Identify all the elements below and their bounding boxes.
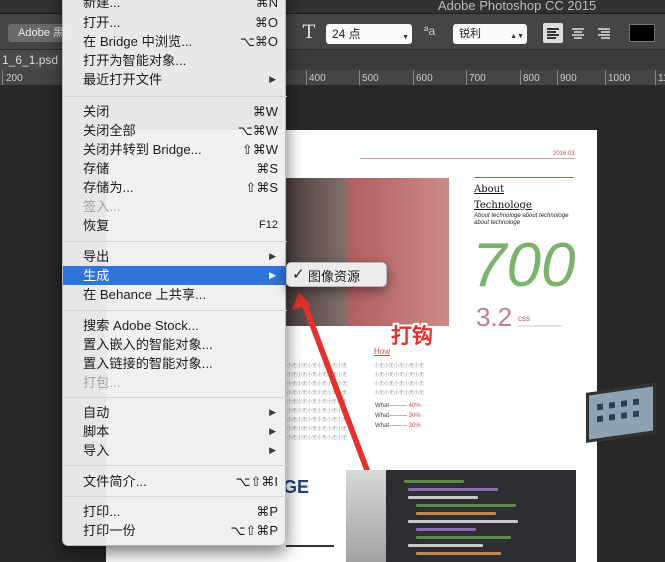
menu-item-browse-bridge[interactable]: 在 Bridge 中浏览... ⌥⌘O [63,32,287,51]
submenu-arrow-icon: ▶ [269,407,276,417]
menu-item-open-smart-object[interactable]: 打开为智能对象... [63,51,287,70]
menu-item-label: 打开为智能对象... [83,53,187,68]
menu-item-label: 存储为... [83,180,134,195]
arrow-shaft [301,300,370,470]
menu-separator [63,310,287,311]
menu-item-new[interactable]: 新建... ⌘N [63,0,287,12]
shortcut: ⌘P [256,504,278,519]
menu-item-label: 在 Bridge 中浏览... [83,34,193,49]
menu-item-label: 打印... [83,504,121,519]
shortcut: ⇧⌘S [245,180,278,195]
menu-item-place-linked[interactable]: 置入链接的智能对象... [63,354,287,373]
shortcut: ⇧⌘W [241,142,278,157]
shortcut: ⌘N [255,0,278,10]
menu-item-place-embedded[interactable]: 置入嵌入的智能对象... [63,335,287,354]
photoshop-window: Adobe Photoshop CC 2015 Adobe 黑 T 24 点 ▼… [0,0,665,562]
menu-item-label: 搜索 Adobe Stock... [83,318,199,333]
menu-item-label: 存储 [83,161,110,176]
menu-item-revert[interactable]: 恢复 F12 [63,216,287,235]
submenu-arrow-icon: ▶ [269,426,276,436]
menu-item-package: 打包... [63,373,287,392]
menu-item-generate[interactable]: 生成 ▶ [63,266,287,285]
menu-separator [63,96,287,97]
menu-item-label: 自动 [83,405,110,420]
menu-item-close[interactable]: 关闭 ⌘W [63,102,287,121]
menu-item-label: 关闭全部 [83,123,136,138]
menu-item-search-stock[interactable]: 搜索 Adobe Stock... [63,316,287,335]
file-menu: 新建... ⌘N 打开... ⌘O 在 Bridge 中浏览... ⌥⌘O 打开为智能… [62,0,287,546]
menu-item-label: 置入嵌入的智能对象... [83,337,213,352]
menu-item-label: 关闭并转到 Bridge... [83,142,202,157]
menu-item-label: 打包... [83,375,121,390]
menu-item-label: 打印一份 [83,523,136,538]
shortcut: ⌥⇧⌘I [235,474,279,489]
shortcut: ⌘W [252,104,278,119]
menu-item-scripts[interactable]: 脚本 ▶ [63,422,287,441]
menu-item-close-all[interactable]: 关闭全部 ⌥⌘W [63,121,287,140]
menu-item-label: 恢复 [83,218,110,233]
menu-item-label: 文件简介... [83,474,147,489]
menu-item-open[interactable]: 打开... ⌘O [63,13,287,32]
annotation-label: 打钩 [391,325,433,348]
menu-separator [63,496,287,497]
shortcut: ⌘O [254,15,278,30]
menu-item-label: 在 Behance 上共享... [83,287,207,302]
generate-submenu: ✓ 图像资源 [286,262,387,287]
menu-item-close-go-bridge[interactable]: 关闭并转到 Bridge... ⇧⌘W [63,140,287,159]
menu-separator [63,397,287,398]
menu-separator [63,241,287,242]
menu-item-label: 打开... [83,15,121,30]
checkmark-icon: ✓ [292,266,305,283]
menu-item-label: 脚本 [83,424,110,439]
shortcut: ⌥⌘O [239,34,278,49]
submenu-arrow-icon: ▶ [269,74,276,84]
menu-item-share-behance[interactable]: 在 Behance 上共享... [63,285,287,304]
menu-item-save-as[interactable]: 存储为... ⇧⌘S [63,178,287,197]
menu-item-label: 导出 [83,249,110,264]
submenu-arrow-icon: ▶ [269,270,276,280]
shortcut: ⌘S [256,161,278,176]
menu-separator [63,465,287,466]
menu-item-label: 签入... [83,199,121,214]
submenu-arrow-icon: ▶ [269,445,276,455]
menu-item-automate[interactable]: 自动 ▶ [63,403,287,422]
submenu-item-label: 图像资源 [308,269,361,284]
menu-item-export[interactable]: 导出 ▶ [63,247,287,266]
shortcut: ⌥⇧⌘P [230,523,278,538]
shortcut: F12 [259,219,278,231]
menu-item-print-one-copy[interactable]: 打印一份 ⌥⇧⌘P [63,521,287,540]
menu-item-file-info[interactable]: 文件简介... ⌥⇧⌘I [63,472,287,491]
menu-item-label: 新建... [83,0,121,10]
menu-item-check-in: 签入... [63,197,287,216]
menu-item-save[interactable]: 存储 ⌘S [63,159,287,178]
submenu-arrow-icon: ▶ [269,251,276,261]
menu-item-label: 生成 [83,268,110,283]
menu-item-label: 关闭 [83,104,110,119]
shortcut: ⌥⌘W [237,123,278,138]
menu-item-label: 导入 [83,443,110,458]
menu-item-import[interactable]: 导入 ▶ [63,441,287,460]
menu-item-print[interactable]: 打印... ⌘P [63,502,287,521]
menu-item-label: 最近打开文件 [83,72,163,87]
menu-item-label: 置入链接的智能对象... [83,356,213,371]
menu-item-recent-files[interactable]: 最近打开文件 ▶ [63,70,287,89]
